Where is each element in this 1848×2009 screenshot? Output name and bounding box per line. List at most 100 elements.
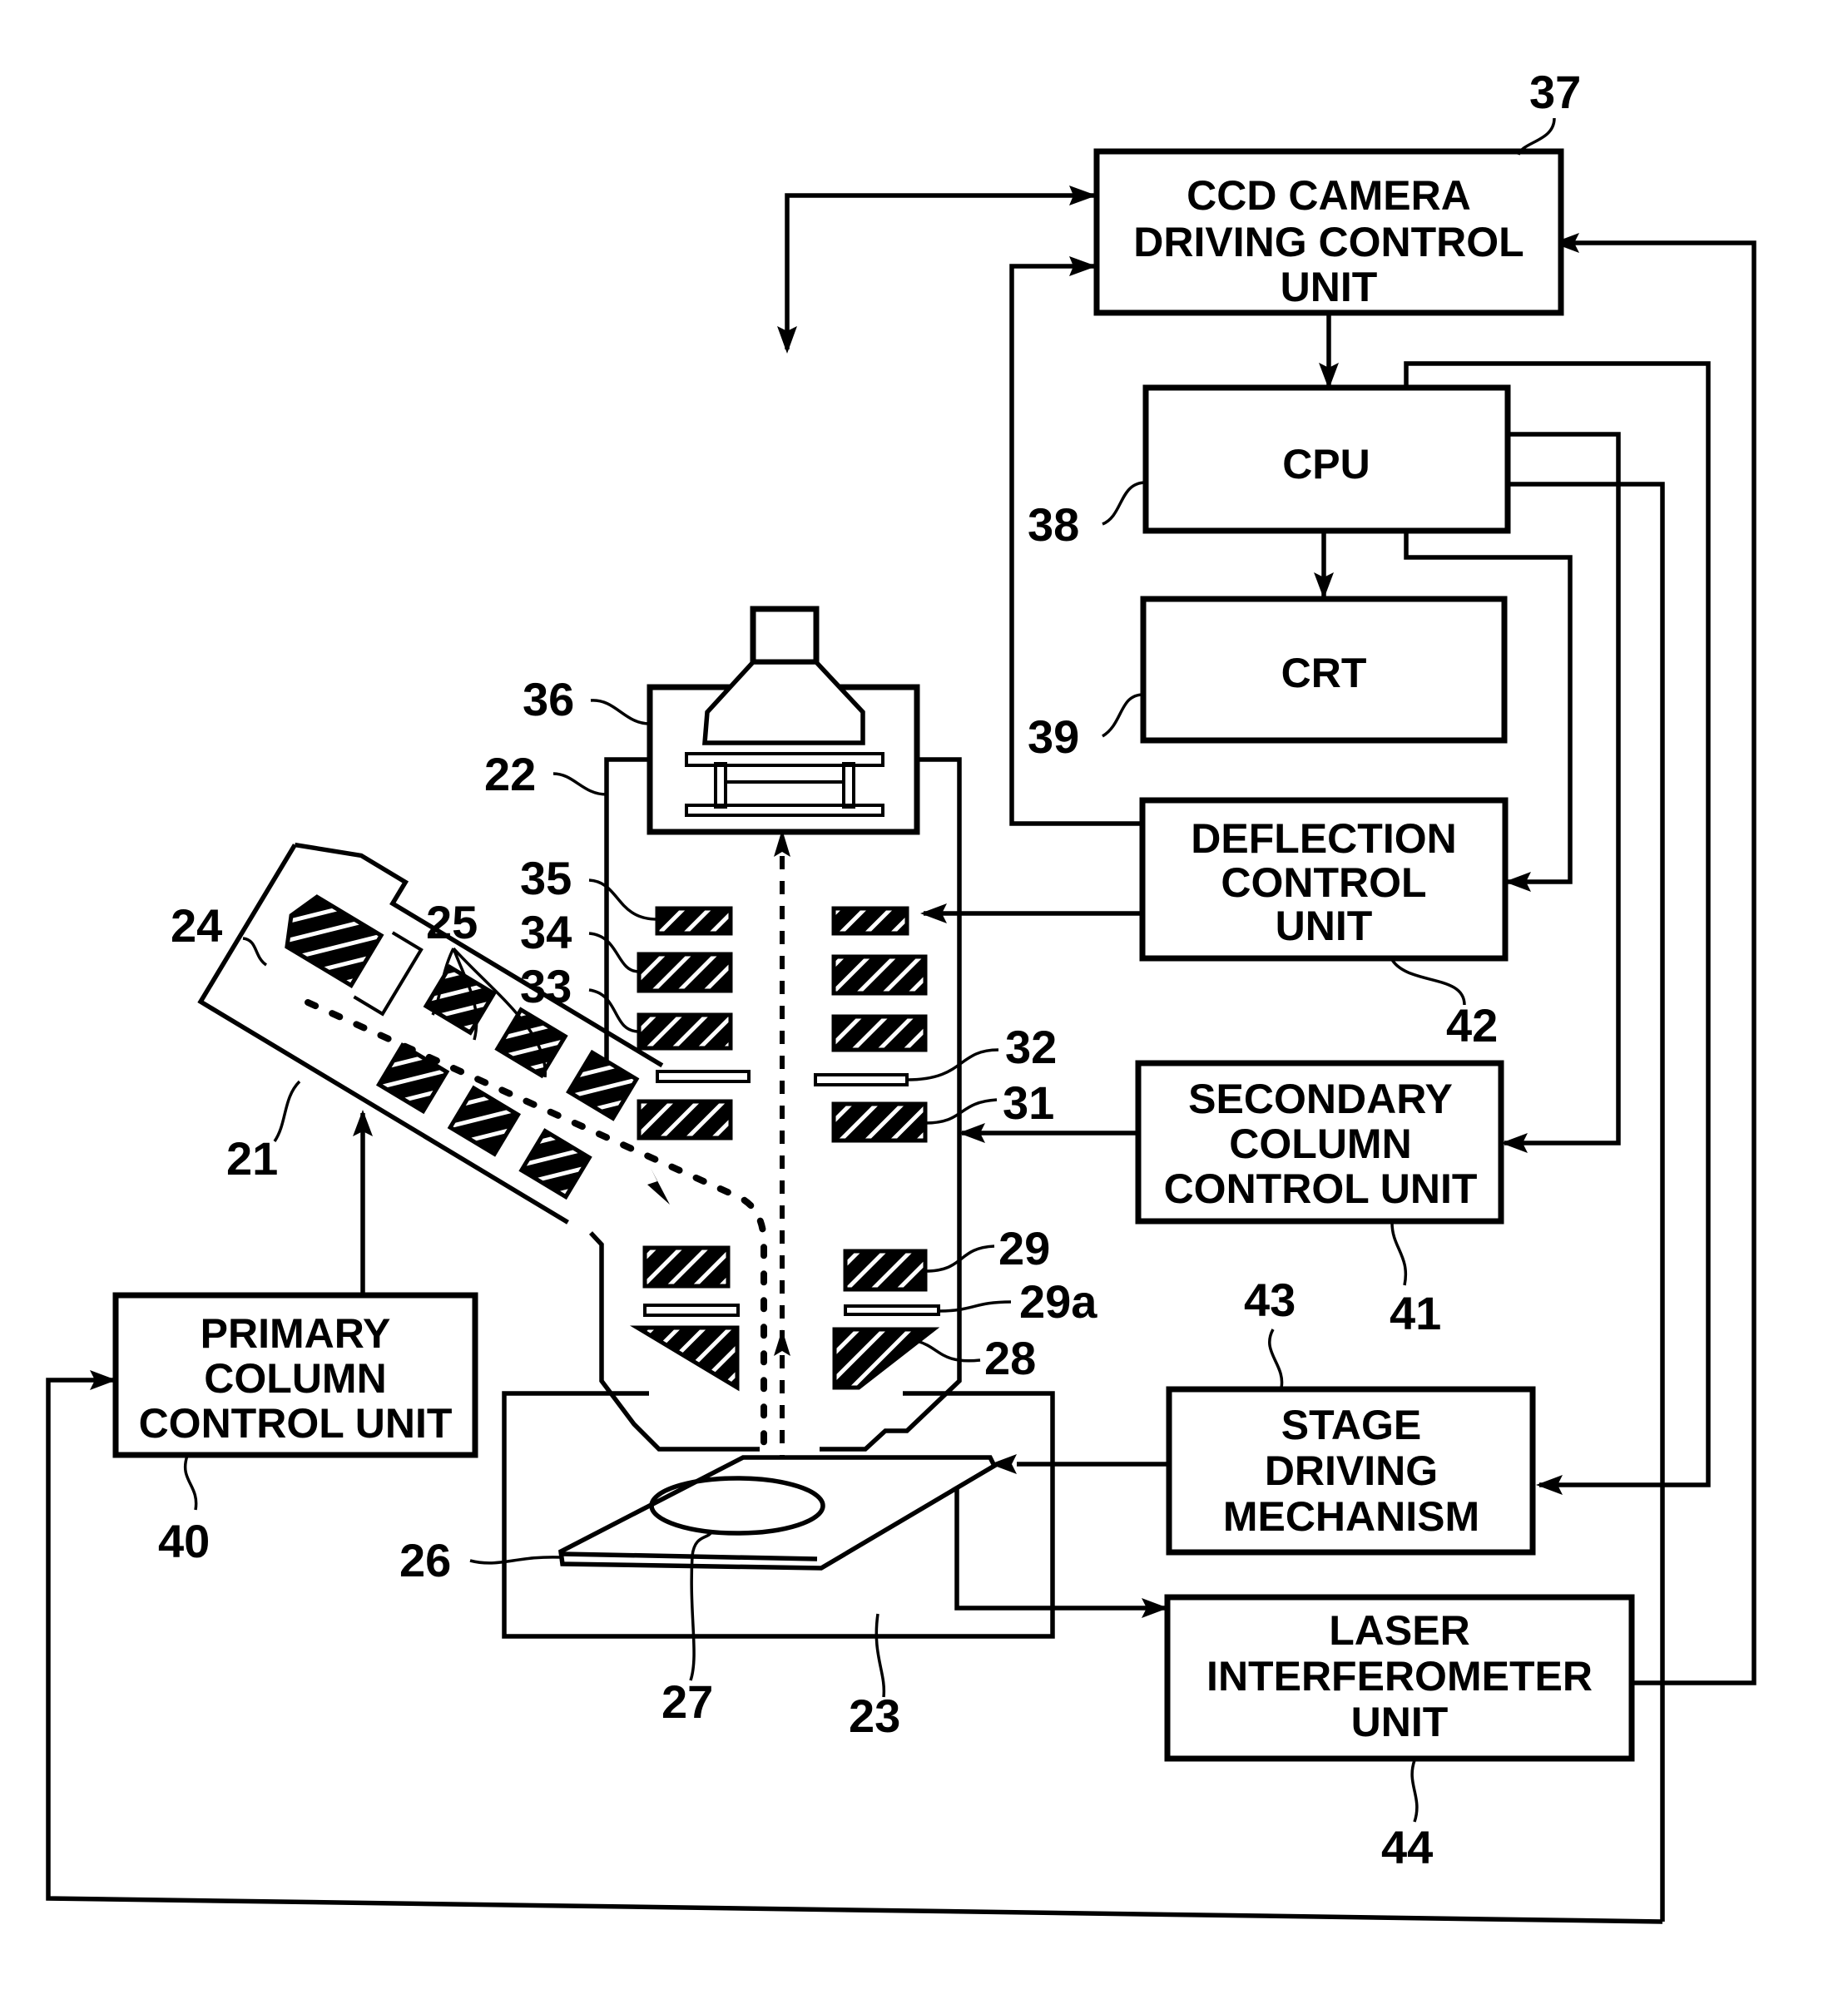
block-laser[interactable]: LASER INTERFEROMETER UNIT (1164, 1594, 1635, 1762)
leader-40 (183, 1455, 198, 1511)
lens-33-right (831, 1014, 928, 1052)
ref-33: 33 (520, 960, 572, 1012)
deflection-label-line2: CONTROL (1221, 859, 1426, 906)
primary-lens-3a (566, 1049, 640, 1121)
lens-31-right (831, 1101, 928, 1143)
lens-29-right (843, 1249, 928, 1292)
ref-24: 24 (171, 899, 222, 952)
crt-label: CRT (1281, 650, 1367, 696)
block-cpu[interactable]: CPU (1142, 384, 1511, 534)
objective-28-left (629, 1325, 740, 1392)
deflection-label-line3: UNIT (1276, 903, 1373, 949)
ref-29: 29 (998, 1222, 1050, 1274)
ref-25: 25 (426, 896, 478, 948)
wire-stage-laser (954, 1489, 1165, 1611)
plate-32-left (656, 1070, 751, 1083)
ref-23: 23 (849, 1690, 900, 1742)
chamber (502, 1391, 1055, 1639)
secondary-label-line3: CONTROL UNIT (1164, 1165, 1478, 1212)
diagram-canvas: CCD CAMERA DRIVING CONTROL UNIT CPU CRT … (46, 66, 1756, 1924)
stage-label-line3: MECHANISM (1223, 1493, 1479, 1540)
laser-label-line1: LASER (1329, 1607, 1469, 1654)
secondary-label-line1: SECONDARY (1188, 1076, 1453, 1122)
ref-34: 34 (520, 906, 572, 958)
plate-32-right (814, 1073, 909, 1086)
primary-lens-2a (494, 1007, 568, 1079)
block-crt[interactable]: CRT (1140, 596, 1508, 744)
leader-35 (588, 878, 658, 921)
ref-40: 40 (158, 1515, 210, 1567)
leader-23 (874, 1613, 886, 1698)
primary-lens-2b (447, 1085, 522, 1157)
leader-34 (588, 932, 640, 973)
leader-21 (273, 1080, 301, 1142)
deflector-35-left (655, 906, 733, 936)
ref-39: 39 (1028, 710, 1079, 763)
ref-32: 32 (1005, 1021, 1057, 1073)
secondary-column (588, 606, 962, 1452)
leader-43 (1268, 1329, 1284, 1388)
electron-gun (285, 894, 384, 988)
primary-lens-3b (518, 1128, 592, 1200)
ref-29a: 29a (1019, 1275, 1097, 1328)
deflector-35-right (831, 906, 909, 936)
plate-29a-right (844, 1304, 940, 1316)
camera-head (750, 606, 820, 666)
block-deflection[interactable]: DEFLECTION CONTROL UNIT (1139, 797, 1509, 962)
cpu-label: CPU (1282, 441, 1370, 487)
leader-26 (469, 1556, 562, 1565)
laser-label-line3: UNIT (1351, 1699, 1449, 1745)
ref-26: 26 (399, 1534, 451, 1586)
primary-label-line3: CONTROL UNIT (139, 1400, 453, 1447)
leader-39 (1102, 693, 1144, 738)
primary-lens-1a (423, 963, 497, 1036)
ref-21: 21 (226, 1132, 278, 1185)
block-ccd[interactable]: CCD CAMERA DRIVING CONTROL UNIT (1093, 148, 1564, 316)
primary-label-line1: PRIMARY (201, 1310, 391, 1357)
lens-34-right (831, 954, 928, 996)
leader-42 (1390, 957, 1466, 1006)
stage-label-line1: STAGE (1281, 1402, 1422, 1448)
block-secondary[interactable]: SECONDARY COLUMN CONTROL UNIT (1135, 1060, 1504, 1225)
leader-24 (242, 937, 268, 967)
leader-38 (1102, 481, 1147, 526)
ref-35: 35 (520, 852, 572, 904)
ref-22: 22 (484, 748, 536, 800)
leader-22 (552, 772, 607, 796)
ref-37: 37 (1529, 66, 1581, 118)
leader-28 (916, 1339, 981, 1363)
ref-38: 38 (1028, 498, 1079, 551)
ref-43: 43 (1244, 1274, 1296, 1326)
wire-cpu-secondary (1504, 432, 1621, 1146)
ref-31: 31 (1003, 1076, 1054, 1129)
block-stage[interactable]: STAGE DRIVING MECHANISM (1166, 1386, 1536, 1556)
secondary-beam-arrow-mid (774, 1329, 790, 1356)
ccd-label-line3: UNIT (1281, 264, 1378, 310)
lens-33-left (637, 1012, 733, 1051)
ref-44: 44 (1381, 1821, 1433, 1873)
stage-plate (558, 1455, 998, 1571)
ccd-label-line2: DRIVING CONTROL (1133, 219, 1523, 265)
primary-lens-1b (375, 1042, 450, 1115)
lens-34-left (637, 952, 733, 993)
deflection-label-line1: DEFLECTION (1191, 815, 1456, 862)
leader-36 (590, 699, 651, 725)
objective-28-right (832, 1327, 940, 1390)
leader-41 (1390, 1222, 1408, 1286)
lens-29-left (642, 1245, 731, 1289)
ref-41: 41 (1390, 1287, 1441, 1339)
wire-camera-ccd (785, 193, 1097, 349)
ref-27: 27 (661, 1675, 713, 1728)
ref-42: 42 (1446, 999, 1498, 1052)
primary-beam-arrow (647, 1168, 670, 1205)
leader-29a (938, 1300, 1012, 1313)
primary-label-line2: COLUMN (204, 1355, 386, 1402)
stage-label-line2: DRIVING (1265, 1447, 1438, 1494)
block-primary[interactable]: PRIMARY COLUMN CONTROL UNIT (112, 1292, 478, 1458)
plate-29a-left (643, 1304, 740, 1317)
leader-44 (1410, 1759, 1419, 1823)
leader-32 (906, 1048, 999, 1081)
ccd-label-line1: CCD CAMERA (1187, 172, 1471, 219)
ref-28: 28 (984, 1332, 1036, 1384)
secondary-label-line2: COLUMN (1229, 1121, 1411, 1167)
